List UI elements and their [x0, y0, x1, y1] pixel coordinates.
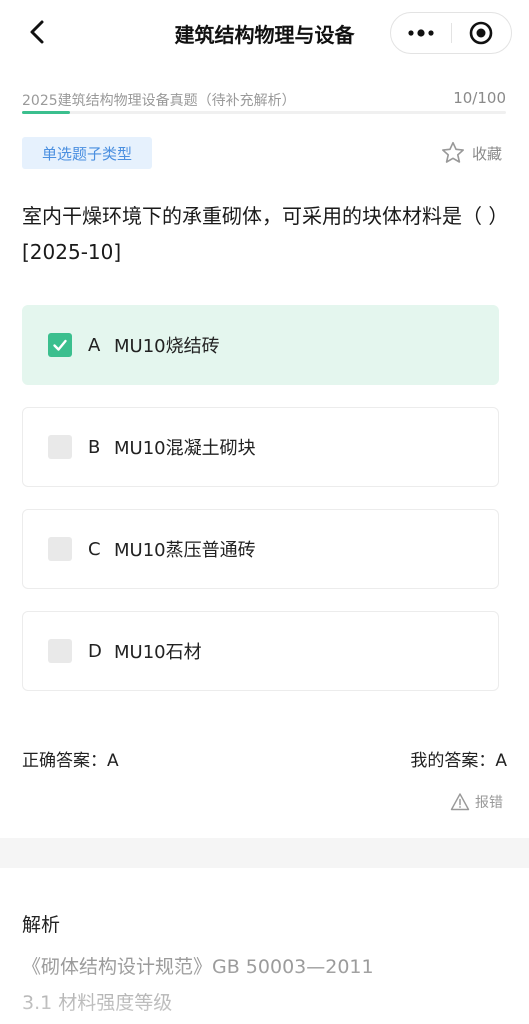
option-a[interactable]: A MU10烧结砖 — [22, 305, 499, 385]
my-answer: 我的答案：A — [410, 751, 507, 771]
close-program-button[interactable] — [452, 13, 512, 53]
star-icon — [442, 141, 464, 163]
back-button[interactable] — [20, 14, 56, 50]
navigation-bar: 建筑结构物理与设备 — [0, 0, 529, 66]
report-error-button[interactable]: 报错 — [450, 790, 503, 814]
exam-title: 2025建筑结构物理设备真题（待补充解析） — [22, 93, 296, 109]
correct-answer: 正确答案：A — [22, 751, 119, 771]
warning-triangle-icon — [450, 793, 470, 811]
favorite-button[interactable]: 收藏 — [440, 140, 502, 166]
option-text: MU10烧结砖 — [114, 336, 220, 357]
progress-bar — [22, 111, 506, 114]
option-checkbox[interactable] — [48, 537, 72, 561]
option-letter: B — [88, 436, 101, 458]
more-dots-icon — [408, 29, 434, 37]
progress-bar-fill — [22, 111, 71, 114]
check-icon — [53, 339, 67, 351]
question-counter: 10/100 — [453, 89, 506, 107]
option-checkbox[interactable] — [48, 435, 72, 459]
option-d[interactable]: D MU10石材 — [22, 611, 499, 691]
option-text: MU10石材 — [114, 642, 202, 663]
option-letter: A — [88, 334, 101, 356]
option-text: MU10蒸压普通砖 — [114, 540, 256, 561]
option-c[interactable]: C MU10蒸压普通砖 — [22, 509, 499, 589]
analysis-section: 解析 《砌体结构设计规范》GB 50003—2011 3.1 材料强度等级 — [0, 868, 529, 1024]
progress-header: 2025建筑结构物理设备真题（待补充解析） 10/100 — [22, 88, 506, 110]
question-type-tag: 单选题子类型 — [22, 137, 152, 169]
target-circle-icon — [469, 21, 493, 45]
option-letter: D — [88, 640, 102, 662]
section-divider — [0, 838, 529, 868]
option-b[interactable]: B MU10混凝土砌块 — [22, 407, 499, 487]
favorite-label: 收藏 — [472, 144, 503, 163]
analysis-text: 《砌体结构设计规范》GB 50003—2011 — [22, 956, 374, 978]
back-arrow-icon — [30, 20, 44, 44]
option-checkbox[interactable] — [48, 639, 72, 663]
report-error-label: 报错 — [475, 795, 503, 811]
mini-program-capsule — [390, 12, 512, 54]
analysis-text: 3.1 材料强度等级 — [22, 992, 173, 1014]
analysis-heading: 解析 — [22, 914, 61, 936]
question-stem: 室内干燥环境下的承重砌体，可采用的块体材料是（ ）[2025-10] — [22, 204, 499, 264]
option-checkbox[interactable] — [48, 333, 72, 357]
option-text: MU10混凝土砌块 — [114, 438, 256, 459]
more-button[interactable] — [391, 13, 451, 53]
option-letter: C — [88, 538, 101, 560]
